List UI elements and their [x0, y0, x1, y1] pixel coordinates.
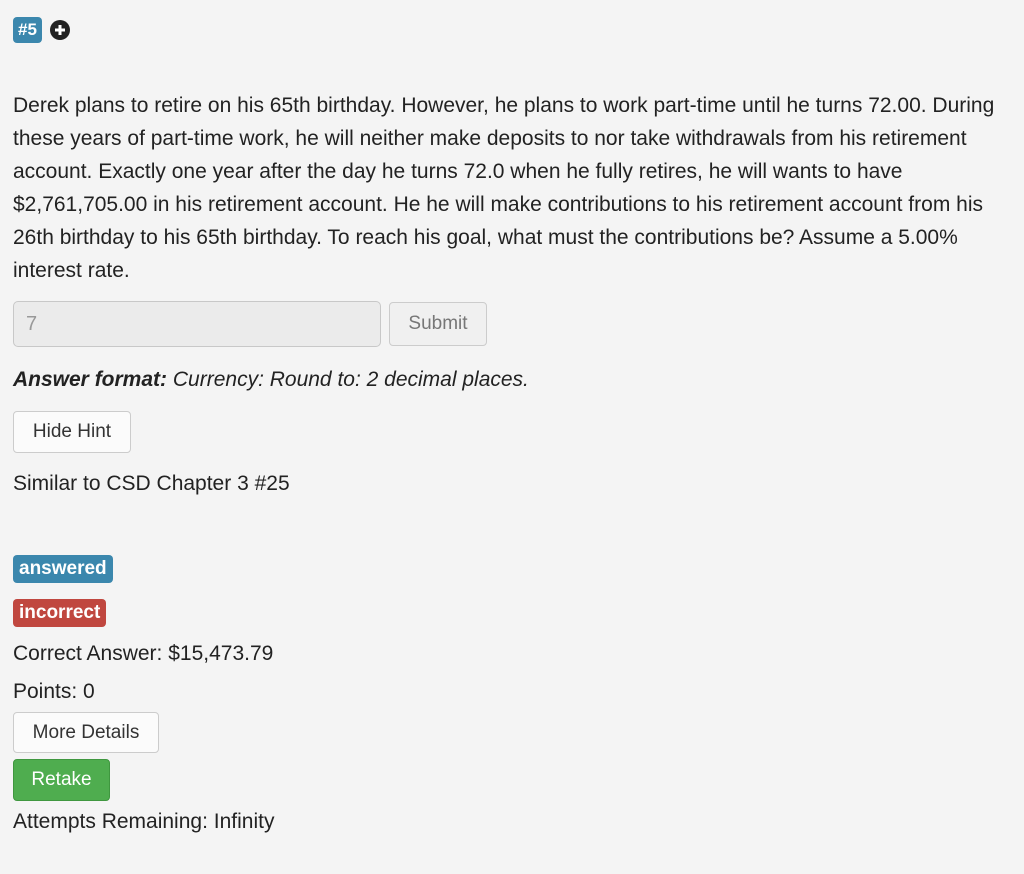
answer-input[interactable]: [13, 301, 381, 347]
answer-format: Answer format: Currency: Round to: 2 dec…: [13, 365, 1003, 395]
question-number-badge: #5: [13, 17, 42, 43]
question-text: Derek plans to retire on his 65th birthd…: [13, 94, 995, 282]
answer-format-label: Answer format:: [13, 368, 168, 391]
answer-row: Submit: [13, 301, 1003, 347]
question-header: #5: [13, 16, 1003, 44]
attempts-remaining: Attempts Remaining: Infinity: [13, 810, 275, 833]
submit-button[interactable]: Submit: [389, 302, 487, 346]
plus-circle-icon[interactable]: [49, 20, 70, 40]
points: Points: 0: [13, 680, 95, 703]
more-details-button[interactable]: More Details: [13, 712, 159, 753]
answered-badge: answered: [13, 555, 113, 583]
hide-hint-button[interactable]: Hide Hint: [13, 411, 131, 453]
question-panel: #5 Derek plans to retire on his 65th bir…: [13, 16, 1003, 837]
hint-text: Similar to CSD Chapter 3 #25: [13, 472, 290, 495]
correct-answer: Correct Answer: $15,473.79: [13, 642, 274, 665]
incorrect-badge: incorrect: [13, 599, 107, 627]
retake-button[interactable]: Retake: [13, 759, 110, 801]
answer-format-value: Currency: Round to: 2 decimal places.: [172, 368, 529, 391]
